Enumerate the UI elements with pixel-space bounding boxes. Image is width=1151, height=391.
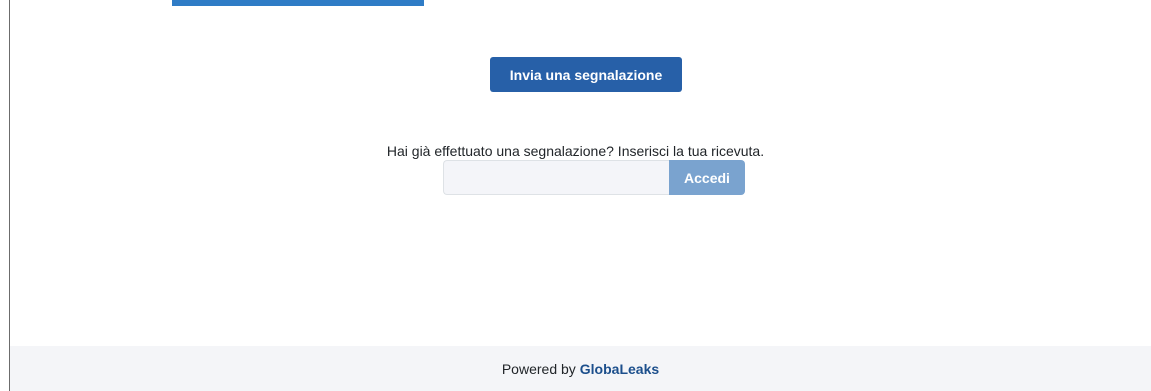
globaleaks-link[interactable]: GlobaLeaks: [580, 361, 659, 377]
receipt-login-group: Accedi: [443, 160, 745, 195]
login-button[interactable]: Accedi: [669, 160, 745, 195]
submit-report-button[interactable]: Invia una segnalazione: [490, 57, 682, 92]
receipt-prompt: Hai già effettuato una segnalazione? Ins…: [386, 143, 765, 159]
left-border: [9, 0, 10, 391]
receipt-input[interactable]: [443, 160, 669, 195]
powered-by-text: Powered by: [501, 360, 576, 377]
page: Invia una segnalazione Hai già effettuat…: [0, 0, 1151, 391]
footer: Powered by GlobaLeaks: [10, 346, 1151, 391]
header-banner-fragment: [172, 0, 424, 6]
